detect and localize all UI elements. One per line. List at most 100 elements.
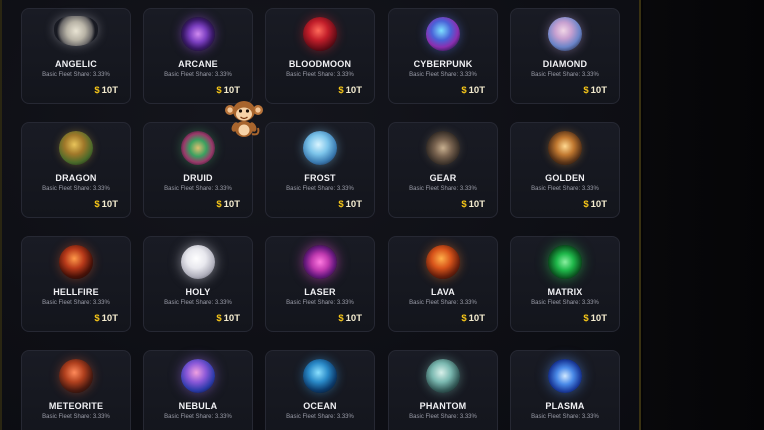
currency-symbol: $ [338,313,344,324]
currency-symbol: $ [461,85,467,96]
card-fleet-share: Basic Fleet Share: 3.33% [42,186,110,192]
card-price: $10T [583,199,607,210]
price-value: 10T [101,199,118,210]
skin-card-hellfire[interactable]: HELLFIRE Basic Fleet Share: 3.33% $10T [21,236,131,332]
card-price: $10T [94,85,118,96]
skin-shop-panel: ANGELIC Basic Fleet Share: 3.33% $10T ARCAN… [0,0,641,430]
card-fleet-share: Basic Fleet Share: 3.33% [164,300,232,306]
card-name: NEBULA [178,401,218,411]
card-name: FROST [304,173,336,183]
skin-card-arcane[interactable]: ARCANE Basic Fleet Share: 3.33% $10T [143,8,253,104]
skin-card-plasma[interactable]: PLASMA Basic Fleet Share: 3.33% [510,350,620,430]
card-price: $10T [338,313,362,324]
card-name: LAVA [431,287,455,297]
skin-card-gear[interactable]: GEAR Basic Fleet Share: 3.33% $10T [388,122,498,218]
skin-card-meteorite[interactable]: METEORITE Basic Fleet Share: 3.33% [21,350,131,430]
skin-card-diamond[interactable]: DIAMOND Basic Fleet Share: 3.33% $10T [510,8,620,104]
card-price: $10T [216,199,240,210]
skin-card-cyberpunk[interactable]: CYBERPUNK Basic Fleet Share: 3.33% $10T [388,8,498,104]
price-value: 10T [468,313,485,324]
currency-symbol: $ [94,313,100,324]
angelic-wings-orb-icon [54,16,98,46]
currency-symbol: $ [461,313,467,324]
ocean-orb-icon [303,359,337,393]
price-value: 10T [223,85,240,96]
card-name: HOLY [185,287,211,297]
price-value: 10T [223,199,240,210]
card-fleet-share: Basic Fleet Share: 3.33% [42,72,110,78]
nebula-orb-icon [181,359,215,393]
card-name: GOLDEN [545,173,585,183]
skin-card-bloodmoon[interactable]: BLOODMOON Basic Fleet Share: 3.33% $10T [265,8,375,104]
cyberpunk-orb-icon [426,17,460,51]
card-price: $10T [583,313,607,324]
price-value: 10T [590,313,607,324]
card-fleet-share: Basic Fleet Share: 3.33% [164,414,232,420]
currency-symbol: $ [216,199,222,210]
skin-card-holy[interactable]: HOLY Basic Fleet Share: 3.33% $10T [143,236,253,332]
card-name: OCEAN [303,401,337,411]
card-price: $10T [338,85,362,96]
card-name: ARCANE [178,59,218,69]
currency-symbol: $ [583,85,589,96]
card-fleet-share: Basic Fleet Share: 3.33% [286,414,354,420]
card-name: METEORITE [48,401,104,411]
card-fleet-share: Basic Fleet Share: 3.33% [286,186,354,192]
card-fleet-share: Basic Fleet Share: 3.33% [531,300,599,306]
skin-card-nebula[interactable]: NEBULA Basic Fleet Share: 3.33% [143,350,253,430]
card-name: DIAMOND [542,59,588,69]
card-price: $10T [94,199,118,210]
card-name: PLASMA [545,401,585,411]
plasma-orb-icon [548,359,582,393]
card-price: $10T [583,85,607,96]
diamond-orb-icon [548,17,582,51]
skin-card-phantom[interactable]: PHANTOM Basic Fleet Share: 3.33% [388,350,498,430]
skin-card-matrix[interactable]: MATRIX Basic Fleet Share: 3.33% $10T [510,236,620,332]
card-price: $10T [461,85,485,96]
card-name: LASER [304,287,336,297]
card-fleet-share: Basic Fleet Share: 3.33% [409,186,477,192]
skin-card-angelic[interactable]: ANGELIC Basic Fleet Share: 3.33% $10T [21,8,131,104]
card-name: MATRIX [547,287,583,297]
card-name: CYBERPUNK [413,59,473,69]
card-name: DRUID [183,173,213,183]
price-value: 10T [345,313,362,324]
druid-orb-icon [181,131,215,165]
card-fleet-share: Basic Fleet Share: 3.33% [409,414,477,420]
card-price: $10T [216,85,240,96]
price-value: 10T [223,313,240,324]
currency-symbol: $ [583,199,589,210]
currency-symbol: $ [216,85,222,96]
currency-symbol: $ [94,199,100,210]
currency-symbol: $ [338,199,344,210]
card-price: $10T [216,313,240,324]
card-fleet-share: Basic Fleet Share: 3.33% [42,414,110,420]
price-value: 10T [590,199,607,210]
card-fleet-share: Basic Fleet Share: 3.33% [531,72,599,78]
price-value: 10T [345,199,362,210]
skin-card-laser[interactable]: LASER Basic Fleet Share: 3.33% $10T [265,236,375,332]
holy-orb-icon [181,245,215,279]
skin-card-golden[interactable]: GOLDEN Basic Fleet Share: 3.33% $10T [510,122,620,218]
arcane-orb-icon [181,17,215,51]
meteorite-orb-icon [59,359,93,393]
skin-card-ocean[interactable]: OCEAN Basic Fleet Share: 3.33% [265,350,375,430]
skin-card-lava[interactable]: LAVA Basic Fleet Share: 3.33% $10T [388,236,498,332]
card-fleet-share: Basic Fleet Share: 3.33% [409,300,477,306]
skin-card-dragon[interactable]: DRAGON Basic Fleet Share: 3.33% $10T [21,122,131,218]
price-value: 10T [101,313,118,324]
monkey-mascot-icon [225,101,263,137]
card-name: BLOODMOON [288,59,352,69]
card-name: DRAGON [55,173,97,183]
currency-symbol: $ [216,313,222,324]
card-name: GEAR [429,173,457,183]
phantom-orb-icon [426,359,460,393]
price-value: 10T [101,85,118,96]
card-fleet-share: Basic Fleet Share: 3.33% [164,186,232,192]
hellfire-orb-icon [59,245,93,279]
skin-card-frost[interactable]: FROST Basic Fleet Share: 3.33% $10T [265,122,375,218]
price-value: 10T [590,85,607,96]
currency-symbol: $ [583,313,589,324]
card-price: $10T [94,313,118,324]
dragon-orb-icon [59,131,93,165]
